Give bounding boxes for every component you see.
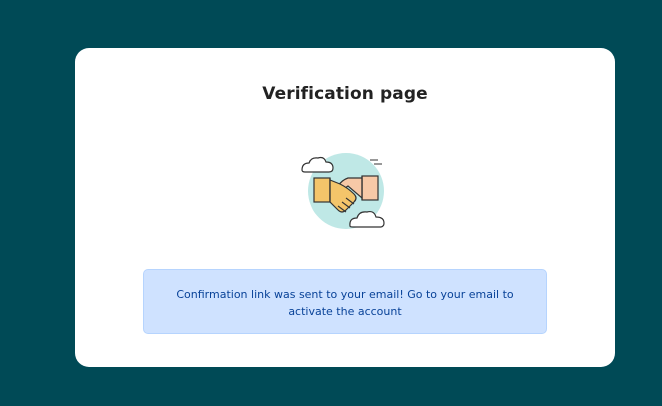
verification-card: Verification page Confirmation link was … [75,48,615,367]
handshake-icon [296,148,396,234]
confirmation-alert: Confirmation link was sent to your email… [143,269,547,334]
page-title: Verification page [262,84,428,104]
confirmation-message: Confirmation link was sent to your email… [176,288,514,318]
